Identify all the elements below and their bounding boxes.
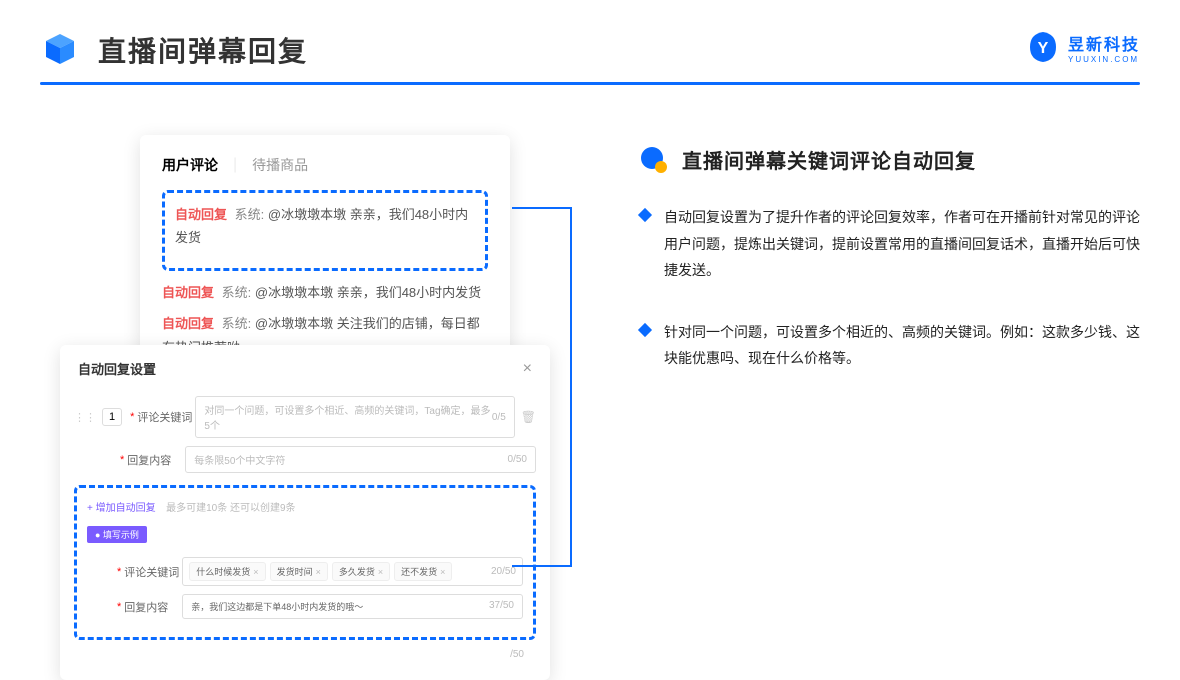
required-dot: * [120, 454, 124, 466]
tag-item[interactable]: 什么时候发货× [189, 562, 265, 581]
bullet-text: 自动回复设置为了提升作者的评论回复效率，作者可在开播前针对常见的评论用户问题，提… [664, 204, 1140, 284]
bubble-icon [640, 146, 668, 174]
diamond-icon [638, 208, 652, 222]
auto-reply-tag: 自动回复 [175, 207, 227, 222]
tag-remove-icon[interactable]: × [440, 567, 445, 577]
tab-separator: | [233, 156, 237, 174]
section-title: 直播间弹幕关键词评论自动回复 [682, 145, 976, 174]
auto-reply-settings-card: 自动回复设置 × ⋮⋮ 1 * 评论关键词 对同一个问题，可设置多个相近、高频的… [60, 345, 550, 680]
example-kw-counter: 20/50 [491, 566, 516, 577]
content-placeholder: 每条限50个中文字符 [194, 452, 285, 467]
required-dot: * [117, 601, 121, 613]
required-dot: * [130, 411, 134, 423]
required-dot: * [117, 566, 121, 578]
drag-handle-icon[interactable]: ⋮⋮ [74, 411, 96, 424]
brand-logo: Y 昱新科技 YUUXIN.COM [1026, 30, 1140, 64]
system-tag: 系统: [235, 207, 265, 222]
tag-item[interactable]: 多久发货× [332, 562, 390, 581]
brand-icon: Y [1026, 30, 1060, 64]
example-content-text: 亲，我们这边都是下单48小时内发货的哦～ [191, 600, 363, 613]
tag-remove-icon[interactable]: × [316, 567, 321, 577]
cube-icon [40, 30, 80, 70]
brand-sub: YUUXIN.COM [1068, 55, 1140, 64]
tab-user-comments[interactable]: 用户评论 [162, 155, 218, 175]
index-box: 1 [102, 408, 122, 426]
tag-remove-icon[interactable]: × [378, 567, 383, 577]
example-section: + 增加自动回复 最多可建10条 还可以创建9条 ● 填写示例 * 评论关键词 … [74, 485, 536, 640]
highlighted-comment: 自动回复 系统: @冰墩墩本墩 亲亲，我们48小时内发货 [162, 190, 488, 271]
example-content-input[interactable]: 亲，我们这边都是下单48小时内发货的哦～ 37/50 [182, 594, 523, 619]
tag-remove-icon[interactable]: × [253, 567, 258, 577]
add-hint: 最多可建10条 还可以创建9条 [166, 503, 295, 514]
bullet-item: 自动回复设置为了提升作者的评论回复效率，作者可在开播前针对常见的评论用户问题，提… [640, 204, 1140, 284]
bullet-item: 针对同一个问题，可设置多个相近的、高频的关键词。例如：这款多少钱、这块能优惠吗、… [640, 319, 1140, 372]
auto-reply-tag: 自动回复 [162, 285, 214, 300]
example-keyword-tags[interactable]: 什么时候发货× 发货时间× 多久发货× 还不发货× 20/50 [182, 557, 523, 586]
comment-line: 自动回复 系统: @冰墩墩本墩 亲亲，我们48小时内发货 [175, 203, 475, 250]
tag-item[interactable]: 发货时间× [270, 562, 328, 581]
keyword-counter: 0/5 [492, 412, 506, 423]
keyword-input[interactable]: 对同一个问题，可设置多个相近、高频的关键词，Tag确定，最多5个 0/5 [195, 396, 514, 438]
add-auto-reply-link[interactable]: + 增加自动回复 [87, 503, 156, 514]
keyword-placeholder: 对同一个问题，可设置多个相近、高频的关键词，Tag确定，最多5个 [204, 402, 491, 432]
connector-line [512, 207, 572, 567]
brand-name: 昱新科技 [1068, 37, 1140, 54]
system-tag: 系统: [222, 316, 252, 331]
tag-item[interactable]: 还不发货× [394, 562, 452, 581]
example-content-label: 回复内容 [124, 599, 182, 615]
tab-products[interactable]: 待播商品 [252, 155, 308, 175]
content-input[interactable]: 每条限50个中文字符 0/50 [185, 446, 536, 473]
example-keyword-label: 评论关键词 [124, 564, 182, 580]
example-badge: ● 填写示例 [87, 526, 147, 543]
page-title: 直播间弹幕回复 [98, 30, 308, 70]
content-label: 回复内容 [127, 452, 185, 468]
bullet-text: 针对同一个问题，可设置多个相近的、高频的关键词。例如：这款多少钱、这块能优惠吗、… [664, 319, 1140, 372]
system-tag: 系统: [222, 285, 252, 300]
comment-text: @冰墩墩本墩 亲亲，我们48小时内发货 [255, 285, 481, 300]
diamond-icon [638, 323, 652, 337]
auto-reply-tag: 自动回复 [162, 316, 214, 331]
comment-line: 自动回复 系统: @冰墩墩本墩 亲亲，我们48小时内发货 [162, 281, 488, 304]
svg-text:Y: Y [1038, 40, 1049, 57]
keyword-label: 评论关键词 [137, 409, 195, 425]
settings-title: 自动回复设置 [78, 359, 156, 378]
outer-counter: /50 [510, 649, 524, 660]
example-content-counter: 37/50 [489, 600, 514, 613]
